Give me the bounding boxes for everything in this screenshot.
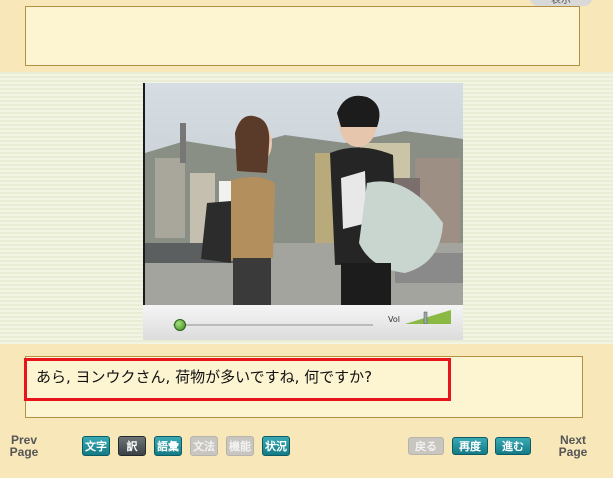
prev-label-line2: Page: [9, 445, 39, 459]
volume-slider[interactable]: [405, 310, 451, 324]
video-still: [145, 83, 463, 305]
video-frame-image: [145, 83, 463, 305]
volume-label: Vol: [388, 315, 400, 324]
seek-handle[interactable]: [174, 319, 186, 331]
seek-track[interactable]: [173, 324, 373, 326]
kino-button[interactable]: 機能: [226, 436, 254, 456]
goi-button[interactable]: 語彙: [154, 436, 182, 456]
subtitle-text: あら, ヨンウクさん, 荷物が多いですね, 何ですか?: [36, 368, 373, 386]
prev-page-button[interactable]: Prev Page: [8, 434, 40, 458]
video-player[interactable]: Vol: [143, 83, 463, 340]
back-button[interactable]: 戻る: [408, 437, 444, 455]
replay-button[interactable]: 再度: [452, 437, 488, 455]
bunpo-button[interactable]: 文法: [190, 436, 218, 456]
playback-controls: Vol: [143, 305, 463, 340]
moji-button[interactable]: 文字: [82, 436, 110, 456]
forward-button[interactable]: 進む: [495, 437, 531, 455]
yaku-button[interactable]: 訳: [118, 436, 146, 456]
next-label-line2: Page: [558, 445, 588, 459]
top-text-panel: [25, 6, 580, 66]
next-page-button[interactable]: Next Page: [557, 434, 589, 458]
volume-handle: [423, 311, 428, 324]
jokyo-button[interactable]: 状況: [262, 436, 290, 456]
